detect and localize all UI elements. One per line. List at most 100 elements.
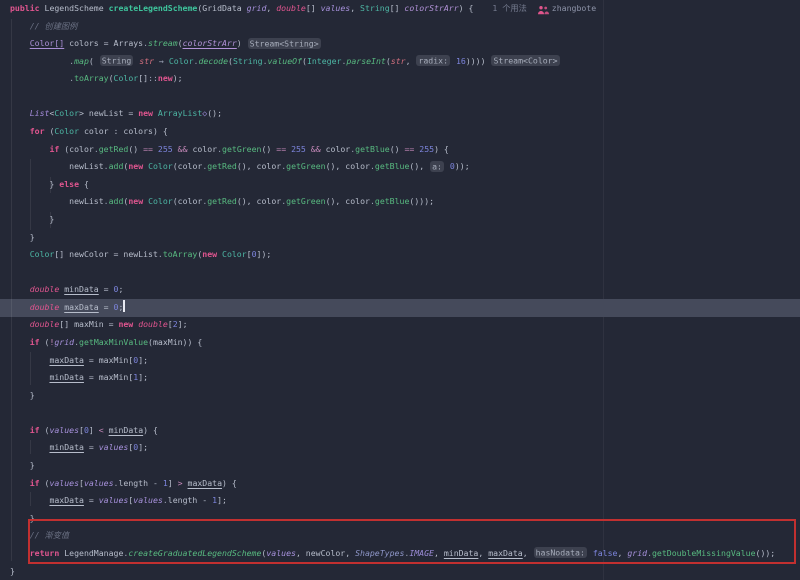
code-token: )); <box>455 161 470 171</box>
code-token: double <box>30 302 60 312</box>
code-area[interactable]: public LegendScheme createLegendScheme(G… <box>0 0 800 580</box>
code-token: == <box>404 144 414 154</box>
code-token <box>10 108 30 118</box>
code-token: getRed <box>207 196 237 206</box>
code-token: color <box>188 144 218 154</box>
code-token: getBlue <box>375 196 410 206</box>
code-line: double[] maxMin = new double[2]; <box>10 316 800 334</box>
code-line: if (values[0] < minData) { <box>10 422 800 440</box>
code-token: Color <box>54 108 79 118</box>
code-token: = maxMin[ <box>84 372 133 382</box>
code-token: , <box>406 56 416 66</box>
code-token: = <box>99 284 114 294</box>
code-line: for (Color color : colors) { <box>10 123 800 141</box>
code-token: [] newColor = newList <box>54 249 158 259</box>
code-token <box>10 302 30 312</box>
code-token: (color <box>173 161 203 171</box>
code-line: Color[] newColor = newList.toArray(new C… <box>10 246 800 264</box>
author-hint[interactable]: zhangbote <box>552 3 596 13</box>
code-token: Color <box>30 249 55 259</box>
code-token <box>10 126 30 136</box>
code-token: Color <box>222 249 247 259</box>
code-token: false <box>593 548 618 558</box>
code-token: ]; <box>138 355 148 365</box>
code-token <box>10 337 30 347</box>
code-line: // 创建图例 <box>10 18 800 36</box>
code-token: getRed <box>99 144 129 154</box>
code-token <box>10 249 30 259</box>
code-token: valueOf <box>268 56 303 66</box>
code-token: [] maxMin = <box>59 319 118 329</box>
code-token: )))) <box>466 56 491 66</box>
code-token <box>10 425 30 435</box>
code-token: maxData <box>49 495 84 505</box>
code-token: (), color <box>237 161 281 171</box>
code-token: ) { <box>459 3 479 13</box>
code-token: minData <box>444 548 479 558</box>
users-icon[interactable] <box>537 4 549 14</box>
code-token: (), color <box>326 196 370 206</box>
code-line <box>10 264 800 282</box>
code-token: add <box>109 161 124 171</box>
code-token: toArray <box>74 73 109 83</box>
code-token: [] <box>306 3 321 13</box>
code-token: values <box>321 3 351 13</box>
code-token: ) <box>237 38 247 48</box>
usage-count-hint[interactable]: 1 个用法 <box>492 3 526 13</box>
code-token: [] <box>138 73 148 83</box>
code-token <box>10 144 49 154</box>
code-token: new <box>202 249 217 259</box>
code-token: color : colors) { <box>79 126 168 136</box>
code-editor[interactable]: public LegendScheme createLegendScheme(G… <box>0 0 800 580</box>
code-token: = <box>84 495 99 505</box>
code-token: new <box>158 73 173 83</box>
code-token: ]; <box>138 442 148 452</box>
inlay-hint-chip: Stream<Color> <box>491 55 559 66</box>
inlay-hint-chip: hasNodata: <box>534 547 587 558</box>
code-token: ArrayList <box>158 108 202 118</box>
code-token: colorStrArr <box>183 38 237 48</box>
code-line: } else { <box>10 176 800 194</box>
code-token: ); <box>173 73 183 83</box>
code-token: (maxMin)) { <box>148 337 202 347</box>
code-token <box>10 56 69 66</box>
code-token: LegendManage <box>59 548 123 558</box>
code-line: if (color.getRed() == 255 && color.getGr… <box>10 141 800 159</box>
code-line: List<Color> newList = new ArrayList◇(); <box>10 105 800 123</box>
code-token: = <box>99 302 114 312</box>
code-token: getBlue <box>375 161 410 171</box>
code-token <box>10 38 30 48</box>
code-token: values <box>84 478 114 488</box>
code-token: > newList = <box>79 108 138 118</box>
code-token: str <box>139 56 154 66</box>
code-token: getGreen <box>222 144 261 154</box>
code-line <box>10 404 800 422</box>
code-token: stream <box>148 38 178 48</box>
code-line: } <box>10 457 800 475</box>
code-token: for <box>30 126 45 136</box>
code-token: String <box>360 3 390 13</box>
code-token: public <box>10 3 45 13</box>
code-token: (), <box>409 161 429 171</box>
code-line: minData = values[0]; <box>10 439 800 457</box>
code-token: } <box>10 232 35 242</box>
code-token: String <box>233 56 263 66</box>
code-token: } <box>10 513 35 523</box>
code-token <box>10 355 49 365</box>
code-token: ]; <box>217 495 227 505</box>
code-token: values <box>49 425 79 435</box>
code-token: == <box>276 144 286 154</box>
code-token: toArray <box>163 249 198 259</box>
code-token: Integer <box>307 56 342 66</box>
code-token: values <box>99 495 129 505</box>
code-token: map <box>74 56 89 66</box>
code-line: maxData = values[values.length - 1]; <box>10 492 800 510</box>
code-token <box>10 73 69 83</box>
code-token <box>10 548 30 558</box>
code-token: ) { <box>143 425 158 435</box>
code-token: ]); <box>257 249 272 259</box>
code-token: getGreen <box>286 196 325 206</box>
code-line: .map( String str → Color.decode(String.v… <box>10 53 800 71</box>
code-token: LegendScheme <box>45 3 109 13</box>
code-line: maxData = maxMin[0]; <box>10 352 800 370</box>
